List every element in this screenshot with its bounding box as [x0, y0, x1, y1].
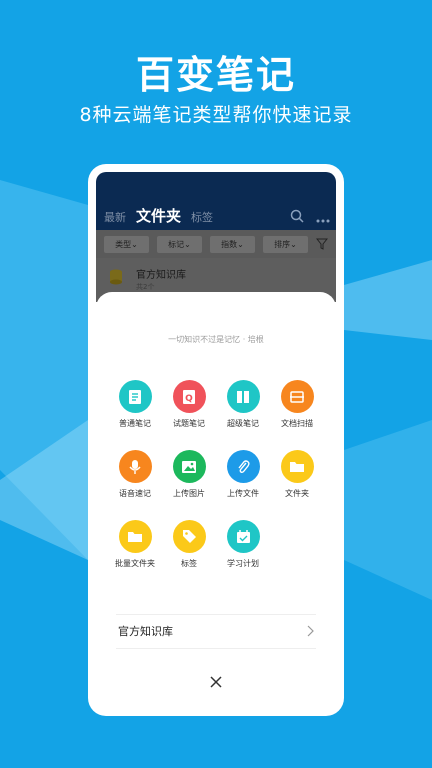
grid-item-label: 上传图片: [173, 489, 205, 498]
grid-item-label: 语音速记: [119, 489, 151, 498]
sheet-quote: 一切知识不过是记忆 · 培根: [168, 335, 264, 344]
tab-tags[interactable]: 标签: [191, 209, 213, 225]
knowledge-base-link-label: 官方知识库: [118, 625, 173, 638]
calendar-icon: [226, 520, 260, 553]
grid-item-label: 上传文件: [227, 489, 259, 498]
close-button[interactable]: [206, 672, 226, 692]
phone-screen: 最新 文件夹 标签 类型 ⌄ 标记 ⌄ 指数 ⌄ 排序 ⌄ 官方知识库 共2个 …: [96, 172, 336, 708]
more-icon[interactable]: [316, 208, 330, 227]
promo-title: 百变笔记: [135, 53, 296, 97]
filter-type[interactable]: 类型 ⌄: [104, 235, 149, 253]
filter-index[interactable]: 指数 ⌄: [210, 235, 255, 253]
upload-file[interactable]: 上传文件: [213, 450, 273, 499]
filter-sort[interactable]: 排序 ⌄: [263, 235, 308, 253]
folder-batch-icon: [118, 520, 152, 553]
tab-latest[interactable]: 最新: [104, 209, 126, 225]
create-question-note[interactable]: Q 试题笔记: [159, 380, 219, 429]
create-sheet: 一切知识不过是记忆 · 培根 普通笔记 Q 试题笔记 超级笔记 文档扫描 语音速…: [96, 292, 336, 708]
create-plain-note[interactable]: 普通笔记: [105, 380, 165, 429]
create-doc-scan[interactable]: 文档扫描: [267, 380, 327, 429]
create-super-note[interactable]: 超级笔记: [213, 380, 273, 429]
divider: [116, 648, 316, 649]
filter-bar: 类型 ⌄ 标记 ⌄ 指数 ⌄ 排序 ⌄: [96, 230, 336, 258]
filter-label: 类型: [115, 239, 132, 249]
promo-subtitle: 8种云端笔记类型帮你快速记录: [79, 104, 353, 126]
chevron-right-icon: [306, 622, 314, 641]
tab-folders[interactable]: 文件夹: [136, 205, 181, 226]
grid-item-label: 普通笔记: [119, 419, 151, 428]
folder-icon: [280, 450, 314, 483]
note-icon: [118, 380, 152, 413]
official-knowledge-base-link[interactable]: 官方知识库: [118, 615, 314, 647]
filter-mark[interactable]: 标记 ⌄: [157, 235, 202, 253]
grid-item-label: 批量文件夹: [115, 559, 155, 568]
tag-icon: [172, 520, 206, 553]
filter-label: 指数: [221, 239, 238, 249]
grid-item-label: 学习计划: [227, 559, 259, 568]
question-icon: Q: [172, 380, 206, 413]
grid-item-label: 标签: [181, 559, 197, 568]
phone-frame: 最新 文件夹 标签 类型 ⌄ 标记 ⌄ 指数 ⌄ 排序 ⌄ 官方知识库 共2个 …: [88, 164, 344, 716]
svg-text:Q: Q: [185, 394, 193, 404]
create-voice-note[interactable]: 语音速记: [105, 450, 165, 499]
filter-icon[interactable]: [315, 235, 329, 254]
create-tag[interactable]: 标签: [159, 520, 219, 569]
create-batch-folder[interactable]: 批量文件夹: [105, 520, 165, 569]
knowledge-base-count: 共2个: [136, 283, 155, 291]
app-tabs: 最新 文件夹 标签: [104, 205, 213, 226]
book-icon: [226, 380, 260, 413]
microphone-icon: [118, 450, 152, 483]
grid-item-label: 试题笔记: [173, 419, 205, 428]
scan-icon: [280, 380, 314, 413]
upload-image[interactable]: 上传图片: [159, 450, 219, 499]
filter-label: 排序: [274, 239, 291, 249]
filter-label: 标记: [168, 239, 185, 249]
create-study-plan[interactable]: 学习计划: [213, 520, 273, 569]
database-icon: [109, 269, 123, 289]
app-header: 最新 文件夹 标签: [96, 172, 336, 230]
grid-item-label: 文件夹: [285, 489, 309, 498]
create-folder[interactable]: 文件夹: [267, 450, 327, 499]
grid-item-label: 文档扫描: [281, 419, 313, 428]
image-icon: [172, 450, 206, 483]
close-icon: [210, 673, 222, 692]
header-actions: [290, 208, 330, 227]
grid-item-label: 超级笔记: [227, 419, 259, 428]
search-icon[interactable]: [290, 208, 304, 227]
paperclip-icon: [226, 450, 260, 483]
knowledge-base-title: 官方知识库: [136, 270, 186, 281]
